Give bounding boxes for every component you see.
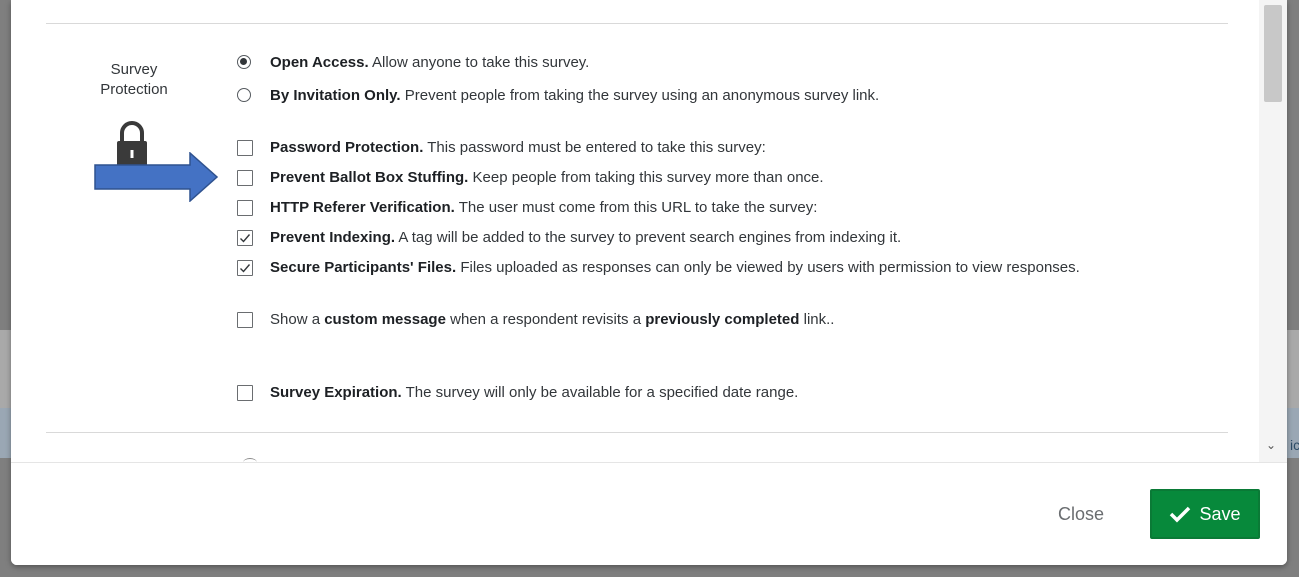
option-description: A tag will be added to the survey to pre… [395,229,902,246]
option-description: The survey will only be available for a … [401,384,799,401]
option-description: This password must be entered to take th… [423,139,766,156]
divider-bottom [46,432,1228,433]
divider-top [46,23,1228,24]
checkbox-secure-participants-files[interactable]: Secure Participants' Files. Files upload… [237,258,1187,278]
option-description: Prevent people from taking the survey us… [400,87,880,104]
radio-button[interactable] [237,88,251,102]
checkmark-icon [240,264,251,273]
save-button-label: Save [1199,503,1241,524]
checkbox-checked[interactable] [237,260,253,276]
radio-button-checked[interactable] [237,55,251,69]
option-text: link.. [799,311,835,328]
checkbox-checked[interactable] [237,230,253,246]
option-text: Show a [270,311,325,328]
option-title: By Invitation Only. [270,87,401,104]
checkmark-icon [240,234,251,243]
dialog-footer: Close Save [11,462,1287,565]
radio-open-access[interactable]: Open Access. Allow anyone to take this s… [237,53,1187,73]
checkbox-http-referer-verification[interactable]: HTTP Referer Verification. The user must… [237,198,1187,218]
close-button[interactable]: Close [1058,502,1104,526]
option-text: when a respondent revisits a [445,311,646,328]
option-title: Prevent Ballot Box Stuffing. [270,169,469,186]
option-title: Secure Participants' Files. [270,259,457,276]
checkbox-password-protection[interactable]: Password Protection. This password must … [237,138,1187,158]
survey-options-dialog: Survey Protection Open Access. Allow any… [11,0,1287,565]
checkbox-prevent-ballot-box-stuffing[interactable]: Prevent Ballot Box Stuffing. Keep people… [237,168,1187,188]
checkbox-prevent-indexing[interactable]: Prevent Indexing. A tag will be added to… [237,228,1187,248]
checkmark-icon [1170,506,1191,523]
option-title: Password Protection. [270,139,424,156]
checkbox[interactable] [237,385,253,401]
checkbox-custom-message[interactable]: Show a custom message when a respondent … [237,310,1187,330]
background-peek-text: ic [1290,437,1299,453]
checkbox[interactable] [237,170,253,186]
arrow-right-icon [94,151,219,207]
checkbox[interactable] [237,312,253,328]
radio-by-invitation-only[interactable]: By Invitation Only. Prevent people from … [237,86,1187,106]
checkbox[interactable] [237,200,253,216]
option-bold: previously completed [645,311,800,328]
option-description: Keep people from taking this survey more… [468,169,824,186]
chevron-down-icon[interactable]: ⌄ [1266,438,1276,452]
save-button[interactable]: Save [1150,489,1260,539]
section-label: Survey Protection [100,61,168,98]
option-bold: custom message [324,311,446,328]
option-title: Survey Expiration. [270,384,402,401]
option-description: Files uploaded as responses can only be … [456,259,1080,276]
dialog-scroll-area[interactable]: Survey Protection Open Access. Allow any… [11,0,1287,462]
scrollbar-thumb[interactable] [1264,5,1282,102]
checkbox-survey-expiration[interactable]: Survey Expiration. The survey will only … [237,383,1187,403]
checkbox[interactable] [237,140,253,156]
option-title: Prevent Indexing. [270,229,396,246]
option-description: Allow anyone to take this survey. [368,54,590,71]
option-title: HTTP Referer Verification. [270,199,455,216]
option-description: The user must come from this URL to take… [454,199,818,216]
option-title: Open Access. [270,54,369,71]
